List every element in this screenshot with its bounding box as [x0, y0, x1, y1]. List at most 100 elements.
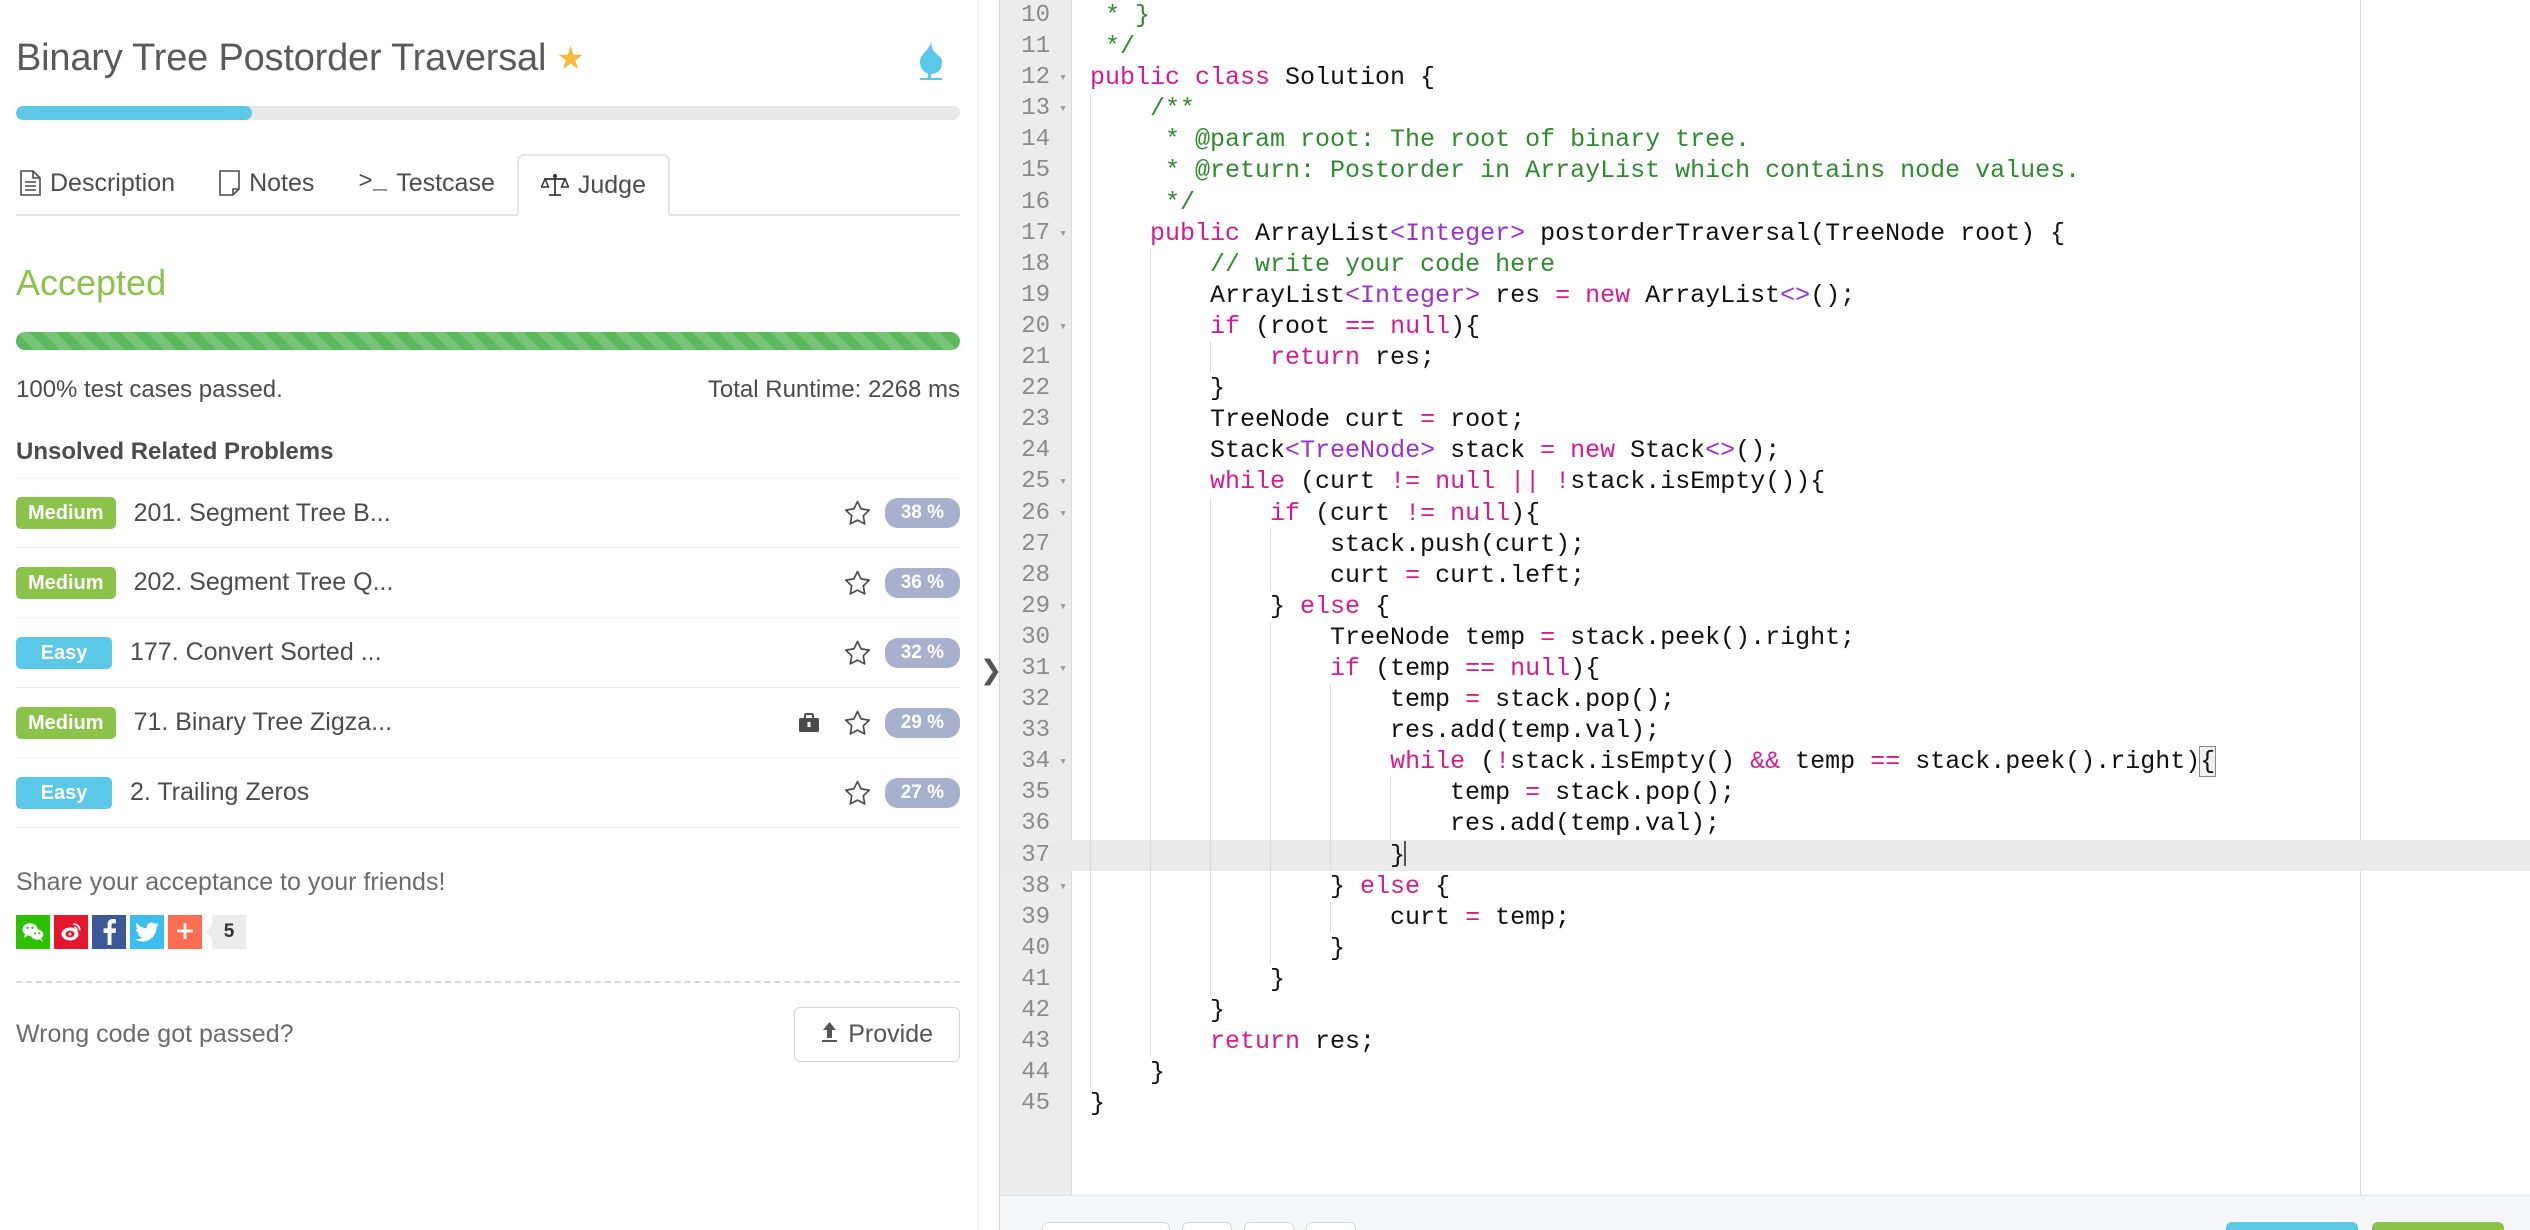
code-editor[interactable]: 10 * } 11 */12 ▾ public class Solution {13 ▾… [1000, 0, 2530, 1230]
code-line[interactable]: 32 temp = stack.pop(); [1000, 684, 2530, 716]
fold-toggle-icon[interactable]: ▾ [1059, 93, 1067, 124]
fold-toggle-icon[interactable]: ▾ [1059, 591, 1067, 622]
indent-guide [1270, 621, 1271, 653]
code-line[interactable]: 18 // write your code here [1000, 248, 2530, 280]
related-problem-name[interactable]: 71. Binary Tree Zigza... [134, 708, 798, 737]
indent-guide [1150, 839, 1151, 871]
favorite-star-icon[interactable] [844, 710, 871, 736]
code-line[interactable]: 13 ▾ /** [1000, 93, 2530, 125]
language-select[interactable] [1042, 1222, 1170, 1230]
fold-toggle-icon[interactable]: ▾ [1059, 62, 1067, 93]
fold-toggle-icon[interactable]: ▾ [1059, 498, 1067, 529]
fold-toggle-icon[interactable]: ▾ [1059, 218, 1067, 249]
toolbar-button-a[interactable] [1182, 1222, 1232, 1230]
tab-description[interactable]: Description [16, 152, 197, 214]
code-line[interactable]: 20 ▾ if (root == null){ [1000, 310, 2530, 343]
related-problem-row[interactable]: Easy 177. Convert Sorted ... 32 % [16, 618, 960, 688]
fold-toggle-icon[interactable]: ▾ [1059, 311, 1067, 342]
indent-guide [1090, 497, 1091, 529]
indent-guide [1090, 746, 1091, 778]
chevron-right-icon[interactable]: ❯ [980, 655, 1003, 685]
code-line[interactable]: 31 ▾ if (temp == null){ [1000, 652, 2530, 685]
code-line[interactable]: 41 } [1000, 963, 2530, 995]
code-line[interactable]: 35 temp = stack.pop(); [1000, 777, 2530, 809]
fold-toggle-icon[interactable]: ▾ [1059, 871, 1067, 902]
code-line[interactable]: 24 Stack<TreeNode> stack = new Stack<>()… [1000, 435, 2530, 467]
fold-toggle-icon[interactable]: ▾ [1059, 466, 1067, 497]
related-problem-name[interactable]: 201. Segment Tree B... [134, 499, 844, 528]
code-line[interactable]: 10 * } [1000, 0, 2530, 31]
indent-guide [1090, 435, 1091, 467]
code-line[interactable]: 44 } [1000, 1057, 2530, 1089]
related-problem-row[interactable]: Medium 201. Segment Tree B... 38 % [16, 478, 960, 548]
share-weibo-icon[interactable] [54, 915, 88, 949]
favorite-star-icon[interactable]: ★ [556, 42, 585, 74]
favorite-star-icon[interactable] [844, 780, 871, 806]
tab-judge[interactable]: Judge [516, 154, 670, 216]
code-line[interactable]: 30 TreeNode temp = stack.peek().right; [1000, 621, 2530, 653]
code-line[interactable]: 22 } [1000, 373, 2530, 405]
difficulty-badge: Medium [16, 497, 116, 529]
flame-icon[interactable] [912, 36, 946, 80]
code-line[interactable]: 36 res.add(temp.val); [1000, 808, 2530, 840]
indent-guide [1150, 808, 1151, 840]
code-line[interactable]: 42 } [1000, 995, 2530, 1027]
provide-button[interactable]: Provide [794, 1007, 960, 1062]
code-content[interactable]: 10 * } 11 */12 ▾ public class Solution {13 ▾… [1000, 0, 2530, 1195]
related-problem-name[interactable]: 2. Trailing Zeros [130, 778, 844, 807]
code-line[interactable]: 17 ▾ public ArrayList<Integer> postorderT… [1000, 217, 2530, 249]
code-line[interactable]: 33 res.add(temp.val); [1000, 715, 2530, 747]
favorite-star-icon[interactable] [844, 570, 871, 596]
indent-guide [1090, 342, 1091, 374]
code-line[interactable]: 27 stack.push(curt); [1000, 528, 2530, 560]
run-button[interactable] [2226, 1222, 2358, 1230]
toolbar-button-b[interactable] [1244, 1222, 1294, 1230]
share-wechat-icon[interactable] [16, 915, 50, 949]
code-line-source: // write your code here [1072, 248, 2530, 280]
related-problem-name[interactable]: 177. Convert Sorted ... [130, 638, 844, 667]
code-line[interactable]: 25 ▾ while (curt != null || !stack.isEmpt… [1000, 466, 2530, 498]
related-problem-row[interactable]: Medium 71. Binary Tree Zigza... 29 % [16, 688, 960, 758]
code-line[interactable]: 12 ▾ public class Solution { [1000, 62, 2530, 93]
toolbar-button-c[interactable] [1306, 1222, 1356, 1230]
code-line[interactable]: 23 TreeNode curt = root; [1000, 404, 2530, 436]
code-line[interactable]: 37 } [1000, 839, 2530, 871]
indent-guide [1150, 932, 1151, 964]
code-line[interactable]: 26 ▾ if (curt != null){ [1000, 497, 2530, 529]
code-line[interactable]: 15 * @return: Postorder in ArrayList whi… [1000, 155, 2530, 187]
panel-divider[interactable]: ❯ [978, 0, 1003, 1230]
indent-guide [1150, 1026, 1151, 1058]
indent-guide [1210, 559, 1211, 591]
submit-button[interactable] [2372, 1222, 2504, 1230]
fold-toggle-icon[interactable]: ▾ [1059, 746, 1067, 777]
code-line[interactable]: 14 * @param root: The root of binary tre… [1000, 124, 2530, 156]
code-line[interactable]: 45} [1000, 1088, 2530, 1119]
code-line[interactable]: 40 } [1000, 932, 2530, 964]
code-line[interactable]: 19 ArrayList<Integer> res = new ArrayLis… [1000, 279, 2530, 311]
tab-testcase[interactable]: >_ Testcase [336, 152, 516, 214]
related-problem-row[interactable]: Medium 202. Segment Tree Q... 36 % [16, 548, 960, 618]
share-facebook-icon[interactable] [92, 915, 126, 949]
related-problem-name[interactable]: 202. Segment Tree Q... [134, 568, 844, 597]
favorite-star-icon[interactable] [844, 640, 871, 666]
favorite-star-icon[interactable] [844, 500, 871, 526]
indent-guide [1270, 870, 1271, 902]
code-line[interactable]: 29 ▾ } else { [1000, 590, 2530, 622]
code-line[interactable]: 28 curt = curt.left; [1000, 559, 2530, 591]
line-number: 15 [1021, 157, 1050, 185]
code-line-source: /** [1072, 93, 2530, 125]
related-problem-row[interactable]: Easy 2. Trailing Zeros 27 % [16, 758, 960, 828]
code-line[interactable]: 21 return res; [1000, 342, 2530, 374]
share-more-icon[interactable] [168, 915, 202, 949]
fold-toggle-icon[interactable]: ▾ [1059, 653, 1067, 684]
tab-notes[interactable]: Notes [197, 152, 336, 214]
share-twitter-icon[interactable] [130, 915, 164, 949]
code-line[interactable]: 43 return res; [1000, 1026, 2530, 1058]
difficulty-badge: Medium [16, 566, 116, 599]
code-line[interactable]: 34 ▾ while (!stack.isEmpty() && temp == s… [1000, 746, 2530, 778]
code-line[interactable]: 11 */ [1000, 31, 2530, 62]
code-line[interactable]: 39 curt = temp; [1000, 901, 2530, 933]
code-line[interactable]: 16 */ [1000, 186, 2530, 218]
indent-guide [1210, 652, 1211, 685]
code-line[interactable]: 38 ▾ } else { [1000, 870, 2530, 902]
